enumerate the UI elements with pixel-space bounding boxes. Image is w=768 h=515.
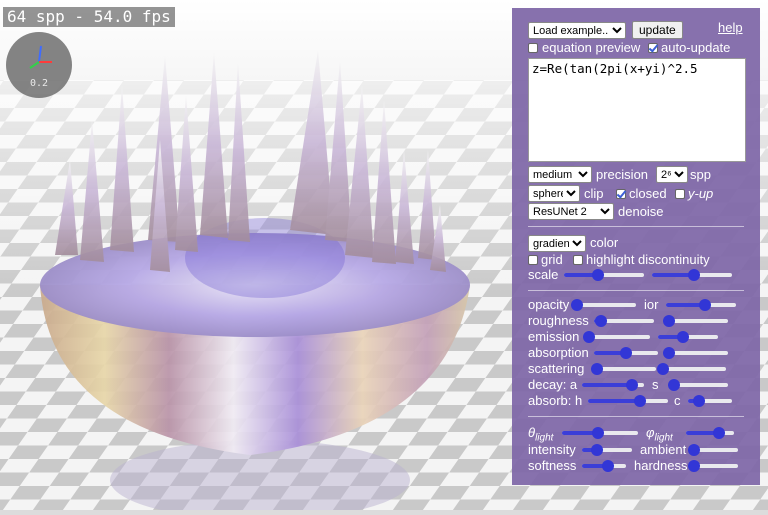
theta-symbol: θ	[528, 425, 536, 440]
slider-thumb[interactable]	[592, 427, 605, 439]
scale-slider-a[interactable]	[564, 269, 644, 281]
precision-select[interactable]: medium	[528, 166, 592, 183]
clip-select[interactable]: sphere	[528, 185, 580, 202]
roughness-slider[interactable]	[594, 315, 654, 327]
softness-slider[interactable]	[582, 460, 626, 472]
auto-update-checkbox[interactable]	[648, 43, 658, 53]
absorb-h-slider[interactable]	[588, 395, 668, 407]
spp-select[interactable]: 2⁶	[656, 166, 688, 183]
slider-thumb[interactable]	[657, 363, 670, 375]
decay-a-slider[interactable]	[582, 379, 644, 391]
scattering-label: scattering	[528, 361, 585, 376]
scale-slider-b[interactable]	[652, 269, 732, 281]
denoise-label: denoise	[618, 204, 664, 219]
control-panel: Load example... update help equation pre…	[512, 8, 760, 485]
absorption-slider-b[interactable]	[663, 347, 728, 359]
opacity-slider[interactable]	[571, 299, 636, 311]
grid-checkbox[interactable]	[528, 255, 538, 265]
slider-thumb[interactable]	[601, 460, 614, 472]
highlight-discontinuity-label: highlight discontinuity	[586, 252, 710, 267]
divider	[528, 290, 744, 291]
slider-thumb[interactable]	[688, 460, 701, 472]
highlight-discontinuity-checkbox[interactable]	[573, 255, 583, 265]
load-example-select[interactable]: Load example...	[528, 22, 626, 39]
absorb-c-label: c	[674, 393, 681, 408]
slider-thumb[interactable]	[663, 315, 676, 327]
absorption-label: absorption	[528, 345, 589, 360]
help-link[interactable]: help	[718, 20, 743, 35]
y-up-checkbox[interactable]	[675, 189, 685, 199]
slider-thumb[interactable]	[591, 363, 604, 375]
y-up-label: y-up	[688, 186, 714, 201]
closed-label: closed	[629, 186, 667, 201]
auto-update-label: auto-update	[661, 40, 731, 55]
slider-thumb[interactable]	[625, 379, 638, 391]
slider-thumb[interactable]	[591, 444, 603, 456]
color-label: color	[590, 235, 619, 250]
slider-thumb[interactable]	[663, 347, 676, 359]
intensity-slider[interactable]	[582, 444, 632, 456]
color-select[interactable]: gradient	[528, 235, 586, 252]
emission-slider[interactable]	[583, 331, 650, 343]
slider-thumb[interactable]	[712, 427, 725, 439]
axis-gizmo[interactable]: 0.2	[6, 32, 72, 98]
slider-thumb[interactable]	[583, 331, 596, 343]
scattering-slider[interactable]	[591, 363, 656, 375]
emission-slider-b[interactable]	[658, 331, 718, 343]
scattering-slider-b[interactable]	[657, 363, 726, 375]
absorb-label: absorb: h	[528, 393, 583, 408]
phi-light-slider[interactable]	[686, 427, 734, 439]
closed-checkbox[interactable]	[616, 189, 626, 199]
decay-s-slider[interactable]	[668, 379, 728, 391]
precision-label: precision	[596, 167, 649, 182]
axis-scale-label: 0.2	[29, 78, 49, 89]
update-button[interactable]: update	[632, 21, 683, 39]
slider-thumb[interactable]	[688, 444, 701, 456]
scale-label: scale	[528, 267, 559, 282]
opacity-label: opacity	[528, 297, 570, 312]
equation-textarea[interactable]: z=Re(tan(2pi(x+yi)^2.5	[528, 58, 746, 162]
hardness-label: hardness	[634, 458, 688, 473]
slider-thumb[interactable]	[591, 269, 604, 281]
slider-thumb[interactable]	[687, 269, 700, 281]
slider-thumb[interactable]	[677, 331, 690, 343]
slider-thumb[interactable]	[620, 347, 632, 359]
roughness-label: roughness	[528, 313, 589, 328]
slider-thumb[interactable]	[571, 299, 584, 311]
slider-thumb[interactable]	[668, 379, 680, 391]
decay-s-label: s	[652, 377, 659, 392]
equation-preview-label: equation preview	[542, 40, 641, 55]
hardness-slider[interactable]	[688, 460, 738, 472]
divider	[528, 416, 744, 417]
fps-counter: 64 spp - 54.0 fps	[3, 7, 175, 27]
equation-preview-checkbox[interactable]	[528, 43, 538, 53]
divider	[528, 226, 744, 227]
emission-label: emission	[528, 329, 580, 344]
theta-light-slider[interactable]	[562, 427, 638, 439]
absorb-c-slider[interactable]	[688, 395, 732, 407]
ambient-slider[interactable]	[688, 444, 738, 456]
softness-label: softness	[528, 458, 577, 473]
slider-thumb[interactable]	[698, 299, 711, 311]
intensity-label: intensity	[528, 442, 576, 457]
grid-label: grid	[541, 252, 563, 267]
ior-label: ior	[644, 297, 659, 312]
clip-label: clip	[584, 186, 604, 201]
slider-thumb[interactable]	[595, 315, 608, 327]
denoise-select[interactable]: ResUNet 2	[528, 203, 614, 220]
ambient-label: ambient	[640, 442, 687, 457]
roughness-slider-b[interactable]	[663, 315, 728, 327]
decay-label: decay: a	[528, 377, 578, 392]
spp-label: spp	[690, 167, 711, 182]
ior-slider[interactable]	[666, 299, 736, 311]
slider-thumb[interactable]	[693, 395, 705, 407]
slider-thumb[interactable]	[634, 395, 646, 407]
absorption-slider[interactable]	[594, 347, 658, 359]
